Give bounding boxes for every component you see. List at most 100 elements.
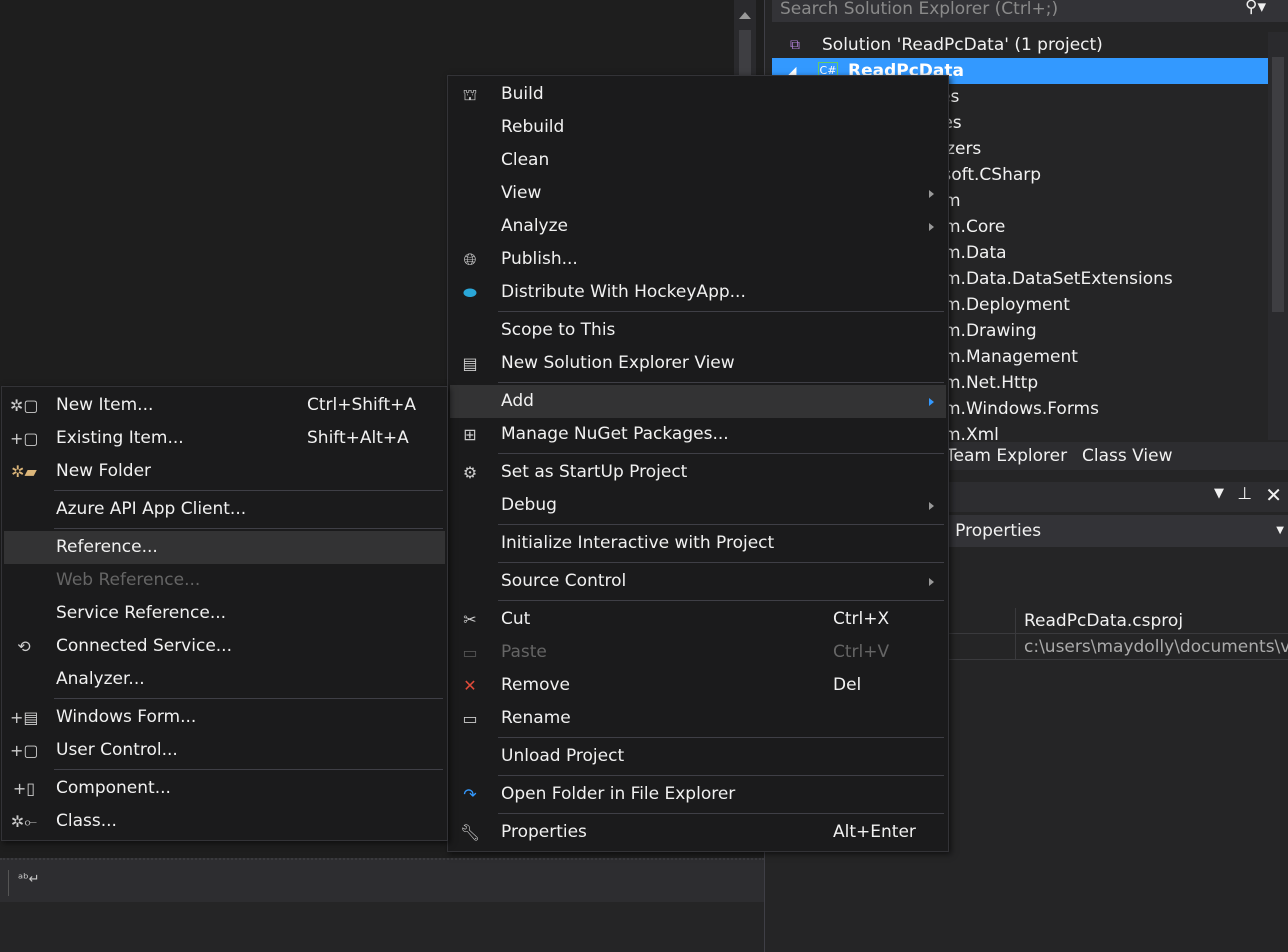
- tree-item-solution[interactable]: ⧉ Solution 'ReadPcData' (1 project): [772, 32, 1268, 58]
- menu-item-component[interactable]: +▯ Component...: [4, 772, 445, 805]
- menu-item-label: Class...: [56, 811, 117, 831]
- menu-item-clean[interactable]: Clean: [450, 144, 946, 177]
- menu-item-label: Rename: [501, 708, 571, 728]
- menu-item-new-folder[interactable]: ✲▰ New Folder: [4, 455, 445, 488]
- menu-item-debug[interactable]: Debug: [450, 489, 946, 522]
- close-icon[interactable]: ✕: [1265, 483, 1282, 507]
- existing-item-icon: +▢: [10, 429, 39, 448]
- menu-item-scope-to-this[interactable]: Scope to This: [450, 314, 946, 347]
- menu-item-azure-api-app-client[interactable]: Azure API App Client...: [4, 493, 445, 526]
- menu-item-connected-service[interactable]: ⟲ Connected Service...: [4, 630, 445, 663]
- remove-icon: ✕: [463, 676, 477, 695]
- menu-item-label: Initialize Interactive with Project: [501, 533, 775, 553]
- tab-team-explorer[interactable]: Team Explorer: [946, 442, 1067, 470]
- menu-item-class[interactable]: ✲⟜ Class...: [4, 805, 445, 838]
- menu-item-label: New Item...: [56, 395, 154, 415]
- nuget-icon: ⊞: [463, 425, 477, 444]
- scroll-thumb[interactable]: [1272, 57, 1284, 312]
- tree-item-label: m.Drawing: [944, 321, 1037, 341]
- menu-item-open-folder-in-file-explorer[interactable]: ↷ Open Folder in File Explorer: [450, 778, 946, 811]
- tree-item-label: m.Windows.Forms: [944, 399, 1099, 419]
- shortcut-label: Ctrl+Shift+A: [307, 395, 417, 415]
- menu-item-label: View: [501, 183, 542, 203]
- menu-item-rename[interactable]: ▭ Rename: [450, 702, 946, 735]
- menu-item-label: Analyzer...: [56, 669, 145, 689]
- project-context-menu: ⛫ Build Rebuild Clean View Analyze 🌐︎ Publish..…: [447, 75, 949, 852]
- menu-item-label: New Folder: [56, 461, 152, 481]
- menu-item-label: Component...: [56, 778, 171, 798]
- menu-item-label: Existing Item...: [56, 428, 184, 448]
- menu-item-label: Unload Project: [501, 746, 625, 766]
- property-value: c:\users\maydolly\documents\v: [1015, 634, 1288, 659]
- build-icon: ⛫: [462, 85, 478, 104]
- menu-item-label: Set as StartUp Project: [501, 462, 688, 482]
- menu-item-view[interactable]: View: [450, 177, 946, 210]
- menu-item-label: Remove: [501, 675, 570, 695]
- search-input[interactable]: Search Solution Explorer (Ctrl+;) ⚲▾: [772, 0, 1288, 22]
- component-icon: +▯: [12, 779, 36, 798]
- menu-item-label: Clean: [501, 150, 550, 170]
- magnifier-icon[interactable]: ⚲▾: [1245, 0, 1266, 16]
- tree-item-label: m.Net.Http: [944, 373, 1039, 393]
- menu-item-distribute-with-hockeyapp[interactable]: ⬬ Distribute With HockeyApp...: [450, 276, 946, 309]
- chevron-down-icon[interactable]: ▼: [1276, 515, 1284, 547]
- output-area[interactable]: [0, 902, 764, 952]
- gear-icon: ⚙: [462, 463, 478, 482]
- solution-label: Solution 'ReadPcData' (1 project): [822, 35, 1103, 55]
- property-value: ReadPcData.csproj: [1015, 608, 1183, 633]
- shortcut-label: Ctrl+V: [833, 642, 890, 662]
- menu-item-initialize-interactive-with-project[interactable]: Initialize Interactive with Project: [450, 527, 946, 560]
- menu-item-label: Publish...: [501, 249, 578, 269]
- menu-item-manage-nuget-packages[interactable]: ⊞ Manage NuGet Packages...: [450, 418, 946, 451]
- menu-item-add[interactable]: Add: [450, 385, 946, 418]
- menu-item-analyze[interactable]: Analyze: [450, 210, 946, 243]
- menu-item-new-solution-explorer-view[interactable]: ▤ New Solution Explorer View: [450, 347, 946, 380]
- menu-item-analyzer[interactable]: Analyzer...: [4, 663, 445, 696]
- new-item-icon: ✲▢: [10, 396, 39, 415]
- scroll-up-icon[interactable]: [739, 12, 751, 19]
- properties-title: : Properties: [944, 521, 1042, 541]
- connected-service-icon: ⟲: [17, 637, 31, 656]
- menu-item-set-as-startup-project[interactable]: ⚙ Set as StartUp Project: [450, 456, 946, 489]
- tree-item-label: m.Data: [944, 243, 1007, 263]
- menu-item-label: Source Control: [501, 571, 627, 591]
- shortcut-label: Alt+Enter: [833, 822, 916, 842]
- tree-item-label: m.Deployment: [944, 295, 1070, 315]
- menu-item-label: Rebuild: [501, 117, 565, 137]
- menu-item-existing-item[interactable]: +▢ Existing Item... Shift+Alt+A: [4, 422, 445, 455]
- submenu-arrow-icon: [929, 190, 934, 198]
- submenu-arrow-icon: [929, 223, 934, 231]
- menu-item-properties[interactable]: 🔧︎ Properties Alt+Enter: [450, 816, 946, 849]
- menu-item-label: Service Reference...: [56, 603, 227, 623]
- menu-item-unload-project[interactable]: Unload Project: [450, 740, 946, 773]
- menu-item-label: Debug: [501, 495, 557, 515]
- submenu-arrow-icon: [929, 578, 934, 586]
- menu-item-cut[interactable]: ✂ Cut Ctrl+X: [450, 603, 946, 636]
- menu-item-user-control[interactable]: +▢ User Control...: [4, 734, 445, 767]
- menu-item-new-item[interactable]: ✲▢ New Item... Ctrl+Shift+A: [4, 389, 445, 422]
- menu-item-label: Reference...: [56, 537, 158, 557]
- shortcut-label: Ctrl+X: [833, 609, 890, 629]
- tab-class-view[interactable]: Class View: [1082, 442, 1172, 470]
- wrench-icon: 🔧︎: [459, 823, 481, 842]
- menu-item-label: User Control...: [56, 740, 178, 760]
- word-wrap-icon[interactable]: ᵃᵇ↵: [18, 872, 40, 887]
- menu-item-publish[interactable]: 🌐︎ Publish...: [450, 243, 946, 276]
- menu-item-windows-form[interactable]: +▤ Windows Form...: [4, 701, 445, 734]
- dropdown-icon[interactable]: ▼: [1214, 486, 1224, 501]
- menu-item-web-reference: Web Reference...: [4, 564, 445, 597]
- menu-item-source-control[interactable]: Source Control: [450, 565, 946, 598]
- menu-item-label: Properties: [501, 822, 587, 842]
- menu-item-reference[interactable]: Reference...: [4, 531, 445, 564]
- menu-item-remove[interactable]: ✕ Remove Del: [450, 669, 946, 702]
- tree-scrollbar[interactable]: [1268, 32, 1288, 440]
- submenu-arrow-icon: [929, 502, 934, 510]
- menu-item-label: Distribute With HockeyApp...: [501, 282, 746, 302]
- menu-item-rebuild[interactable]: Rebuild: [450, 111, 946, 144]
- solution-icon: ⧉: [790, 37, 800, 53]
- rename-icon: ▭: [462, 709, 478, 728]
- pin-icon[interactable]: ⊥: [1237, 484, 1252, 504]
- menu-item-build[interactable]: ⛫ Build: [450, 78, 946, 111]
- shortcut-label: Del: [833, 675, 862, 695]
- menu-item-service-reference[interactable]: Service Reference...: [4, 597, 445, 630]
